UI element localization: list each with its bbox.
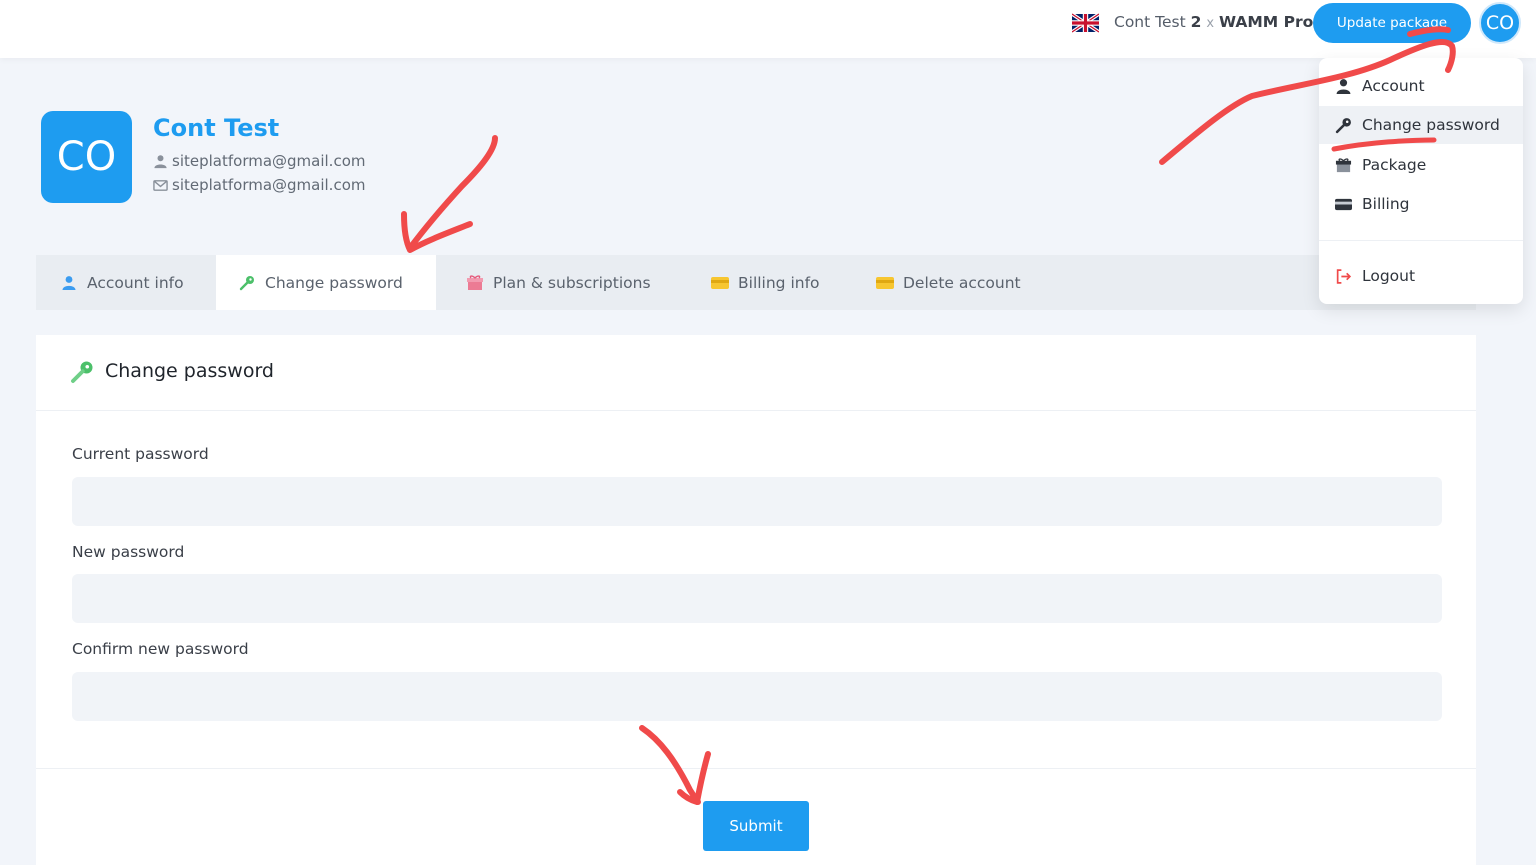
- card-footer-divider: [36, 768, 1476, 769]
- update-package-button[interactable]: Update package: [1313, 3, 1471, 43]
- dropdown-item-package[interactable]: Package: [1319, 146, 1523, 184]
- plan-count: 2: [1190, 13, 1202, 31]
- user-icon: [62, 275, 76, 290]
- current-password-input[interactable]: [72, 477, 1442, 526]
- tab-label: Plan & subscriptions: [493, 273, 651, 292]
- tab-plan-subscriptions[interactable]: Plan & subscriptions: [436, 255, 666, 310]
- dropdown-item-logout[interactable]: Logout: [1319, 257, 1523, 295]
- submit-button[interactable]: Submit: [703, 801, 809, 851]
- plan-name: WAMM Pro: [1218, 13, 1314, 31]
- profile-username-text: siteplatforma@gmail.com: [172, 152, 366, 170]
- dropdown-item-label: Package: [1362, 156, 1427, 174]
- card-title: Change password: [105, 360, 274, 382]
- profile-email-text: siteplatforma@gmail.com: [172, 176, 366, 194]
- tab-delete-account[interactable]: Delete account: [836, 255, 1036, 310]
- dropdown-item-label: Change password: [1362, 116, 1500, 134]
- profile-email: siteplatforma@gmail.com: [153, 176, 365, 194]
- tab-label: Account info: [87, 273, 184, 292]
- current-password-label: Current password: [72, 445, 209, 463]
- confirm-password-label: Confirm new password: [72, 640, 249, 658]
- gift-box-icon: [467, 274, 483, 290]
- account-name: Cont Test: [1114, 13, 1186, 31]
- key-icon: [239, 275, 254, 290]
- tab-label: Billing info: [738, 273, 820, 292]
- key-icon: [71, 361, 93, 383]
- user-icon: [1336, 78, 1351, 94]
- tab-label: Change password: [265, 273, 403, 292]
- credit-card-icon: [711, 276, 729, 289]
- dropdown-item-label: Logout: [1362, 267, 1416, 285]
- new-password-input[interactable]: [72, 574, 1442, 623]
- logout-icon: [1336, 268, 1352, 284]
- user-avatar-button[interactable]: CO: [1479, 2, 1521, 44]
- uk-flag-icon[interactable]: [1072, 13, 1099, 33]
- change-password-card: Change password Current password New pas…: [36, 335, 1476, 865]
- key-icon: [1335, 117, 1351, 133]
- dropdown-item-account[interactable]: Account: [1319, 67, 1523, 105]
- tab-account-info[interactable]: Account info: [36, 255, 216, 310]
- tab-billing-info[interactable]: Billing info: [666, 255, 836, 310]
- user-dropdown-menu: Account Change password Package Billing …: [1319, 58, 1523, 304]
- dropdown-item-label: Account: [1362, 77, 1425, 95]
- credit-card-icon: [1335, 198, 1352, 210]
- user-icon: [154, 154, 167, 168]
- new-password-label: New password: [72, 543, 185, 561]
- card-header: Change password: [36, 335, 1476, 411]
- top-bar: Cont Test 2 x WAMM Pro Update package CO: [0, 0, 1536, 58]
- dropdown-item-billing[interactable]: Billing: [1319, 185, 1523, 223]
- dropdown-item-change-password[interactable]: Change password: [1319, 106, 1523, 144]
- account-tabs: Account info Change password Plan & subs…: [36, 255, 1476, 310]
- dropdown-item-label: Billing: [1362, 195, 1410, 213]
- plan-separator: x: [1206, 16, 1215, 31]
- annotation-arrow-tab: [401, 135, 498, 253]
- credit-card-icon: [876, 276, 894, 289]
- profile-avatar: CO: [41, 111, 132, 203]
- profile-username: siteplatforma@gmail.com: [153, 152, 365, 170]
- profile-name: Cont Test: [153, 114, 280, 142]
- envelope-icon: [153, 179, 168, 191]
- dropdown-divider: [1319, 240, 1523, 241]
- plan-summary: Cont Test 2 x WAMM Pro: [1114, 13, 1313, 31]
- confirm-password-input[interactable]: [72, 672, 1442, 721]
- tab-change-password[interactable]: Change password: [216, 255, 436, 310]
- tab-label: Delete account: [903, 273, 1021, 292]
- gift-box-icon: [1335, 157, 1352, 172]
